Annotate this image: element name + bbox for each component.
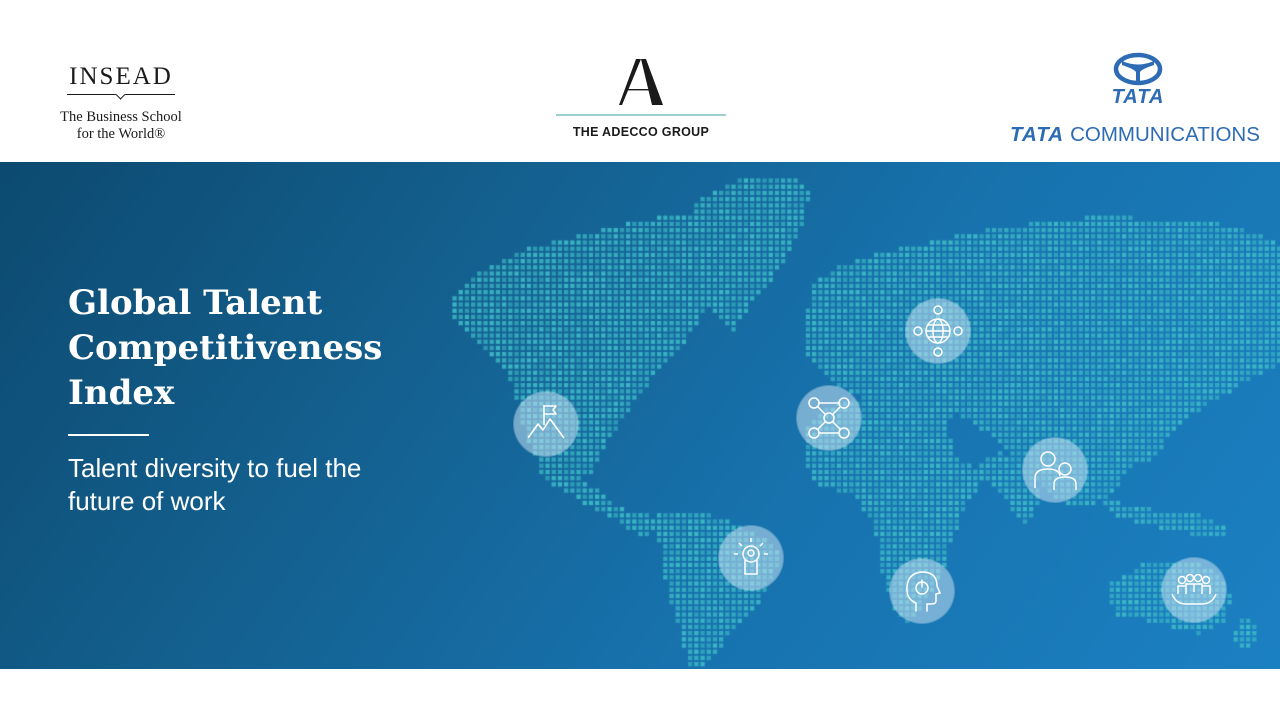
tata-division: COMMUNICATIONS [1070, 123, 1260, 146]
tata-communications-logo: TATA TATA COMMUNICATIONS [1008, 50, 1266, 150]
people-network-icon [797, 386, 861, 450]
adecco-a-mark-icon [611, 56, 671, 108]
mountain-flag-icon [514, 392, 578, 456]
tata-brand: TATA [1010, 123, 1064, 146]
logo-header: INSEAD The Business School for the World… [0, 0, 1280, 162]
title-line-3: Index [68, 373, 174, 413]
report-subtitle: Talent diversity to fuel the future of w… [68, 452, 428, 518]
hero-banner: Global Talent Competitiveness Index Tale… [0, 162, 1280, 669]
insead-wordmark: INSEAD [48, 62, 194, 92]
insead-rule [67, 94, 175, 95]
adecco-logo: THE ADECCO GROUP [556, 56, 726, 139]
two-people-icon [1023, 438, 1087, 502]
insead-logo: INSEAD The Business School for the World… [48, 62, 194, 143]
tata-emblem-icon [1113, 52, 1163, 86]
subtitle-line-1: Talent diversity to fuel the [68, 453, 361, 483]
subtitle-line-2: future of work [68, 486, 226, 516]
tata-wordmark: TATA [1107, 86, 1169, 109]
idea-person-icon [719, 526, 783, 590]
tata-communications-text: TATA COMMUNICATIONS [1010, 123, 1260, 147]
title-divider [68, 434, 149, 436]
adecco-name: THE ADECCO GROUP [556, 125, 726, 139]
insead-tagline-line1: The Business School [48, 109, 194, 126]
insead-tagline: The Business School for the World® [48, 109, 194, 143]
title-line-1: Global Talent [68, 283, 322, 323]
insead-tagline-line2: for the World® [48, 126, 194, 143]
title-line-2: Competitiveness [68, 328, 382, 368]
globe-people-icon [906, 299, 970, 363]
head-power-icon [890, 559, 954, 623]
adecco-rule [556, 114, 726, 116]
team-hands-icon [1162, 558, 1226, 622]
report-title: Global Talent Competitiveness Index [68, 281, 448, 416]
